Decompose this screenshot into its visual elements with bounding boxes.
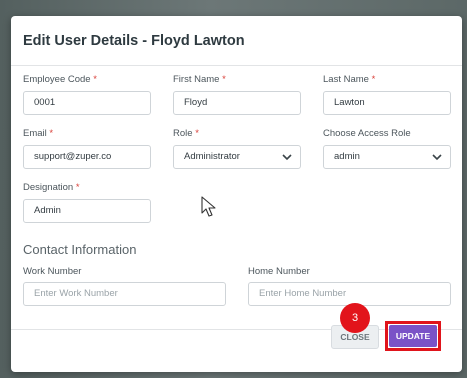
home-number-label: Home Number bbox=[248, 266, 310, 277]
designation-input[interactable]: Admin bbox=[23, 199, 151, 223]
first-name-label: First Name * bbox=[173, 74, 226, 85]
first-name-input[interactable]: Floyd bbox=[173, 91, 301, 115]
role-selected-value: Administrator bbox=[184, 151, 240, 162]
employee-code-input[interactable]: 0001 bbox=[23, 91, 151, 115]
dialog-header: Edit User Details - Floyd Lawton bbox=[11, 16, 462, 66]
required-marker: * bbox=[195, 128, 199, 139]
required-marker: * bbox=[75, 182, 80, 193]
employee-code-label: Employee Code * bbox=[23, 74, 97, 85]
update-button[interactable]: UPDATE bbox=[389, 325, 437, 347]
role-select[interactable]: Administrator bbox=[173, 145, 301, 169]
required-marker: * bbox=[371, 74, 376, 85]
step-number-badge: 3 bbox=[340, 303, 370, 333]
last-name-label: Last Name * bbox=[323, 74, 376, 85]
chevron-down-icon bbox=[282, 154, 292, 161]
last-name-input[interactable]: Lawton bbox=[323, 91, 451, 115]
required-marker: * bbox=[49, 128, 54, 139]
designation-label: Designation * bbox=[23, 182, 80, 193]
home-number-input[interactable]: Enter Home Number bbox=[248, 282, 451, 306]
access-role-label: Choose Access Role bbox=[323, 128, 411, 139]
required-marker: * bbox=[93, 74, 97, 85]
contact-information-heading: Contact Information bbox=[23, 242, 137, 257]
email-input[interactable]: support@zuper.co bbox=[23, 145, 151, 169]
mouse-pointer-icon bbox=[201, 196, 216, 217]
access-role-selected-value: admin bbox=[334, 151, 360, 162]
work-number-input[interactable]: Enter Work Number bbox=[23, 282, 226, 306]
chevron-down-icon bbox=[432, 154, 442, 161]
email-label: Email * bbox=[23, 128, 54, 139]
edit-user-dialog: Edit User Details - Floyd Lawton Employe… bbox=[11, 16, 462, 372]
work-number-label: Work Number bbox=[23, 266, 82, 277]
required-marker: * bbox=[222, 74, 226, 85]
dialog-title: Edit User Details - Floyd Lawton bbox=[23, 33, 245, 49]
access-role-select[interactable]: admin bbox=[323, 145, 451, 169]
role-label: Role * bbox=[173, 128, 199, 139]
